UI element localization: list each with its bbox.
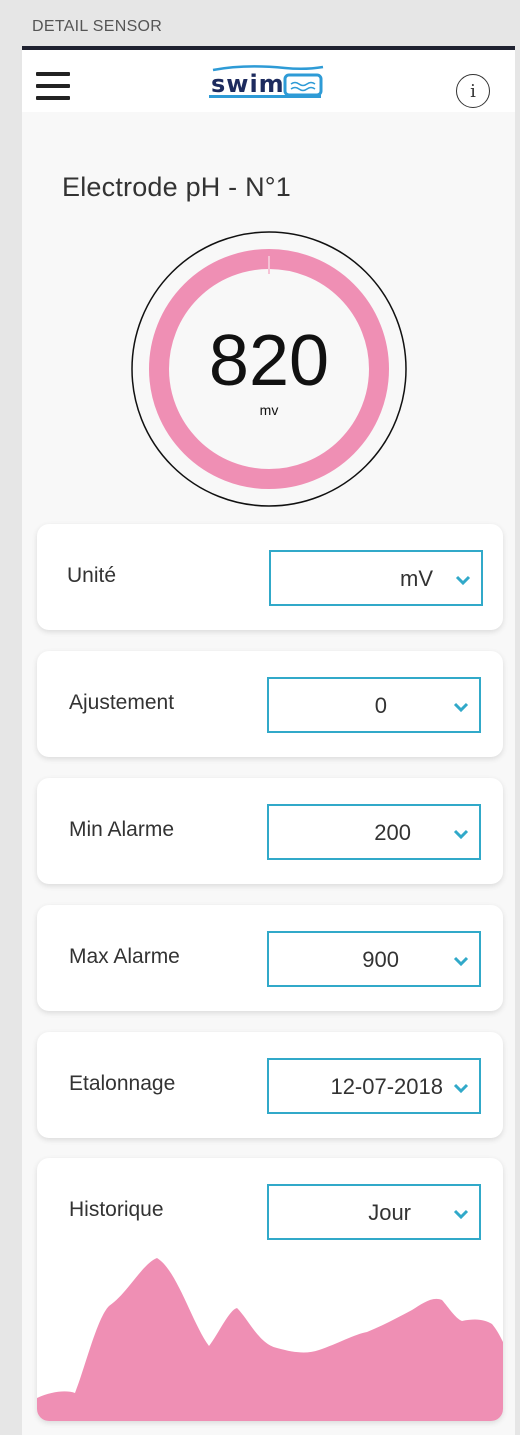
- sensor-value: 820: [208, 321, 330, 401]
- setting-card-ajustement: Ajustement 0: [37, 651, 503, 757]
- setting-card-min-alarme: Min Alarme 200: [37, 778, 503, 884]
- select-value: 900: [362, 947, 399, 972]
- select-value: Jour: [368, 1200, 411, 1225]
- unite-select[interactable]: mV: [269, 550, 483, 606]
- setting-label: Etalonnage: [69, 1072, 176, 1095]
- chevron-down-icon: [453, 1083, 469, 1094]
- setting-label: Max Alarme: [69, 945, 180, 968]
- chevron-down-icon: [453, 1209, 469, 1220]
- historique-select[interactable]: Jour: [267, 1184, 481, 1240]
- ajustement-select[interactable]: 0: [267, 677, 481, 733]
- sensor-unit: mv: [259, 402, 279, 418]
- max-alarme-select[interactable]: 900: [267, 931, 481, 987]
- etalonnage-select[interactable]: 12-07-2018: [267, 1058, 481, 1114]
- min-alarme-select[interactable]: 200: [267, 804, 481, 860]
- chevron-down-icon: [453, 702, 469, 713]
- phone-screen: swim i Electrode pH - N°1 820 mv Unité m…: [22, 46, 515, 1435]
- swimo-logo: swim: [209, 65, 324, 98]
- chevron-down-icon: [453, 829, 469, 840]
- select-value: 12-07-2018: [330, 1074, 443, 1099]
- setting-label: Min Alarme: [69, 818, 175, 841]
- app-bar: swim i: [22, 50, 515, 112]
- svg-text:swim: swim: [211, 70, 285, 98]
- setting-card-max-alarme: Max Alarme 900: [37, 905, 503, 1011]
- setting-label: Ajustement: [69, 691, 175, 714]
- setting-label: Historique: [69, 1198, 164, 1221]
- chevron-down-icon: [453, 956, 469, 967]
- setting-label: Unité: [67, 564, 117, 587]
- chevron-down-icon: [455, 575, 471, 586]
- screen-title: DETAIL SENSOR: [32, 18, 163, 35]
- sensor-title: Electrode pH - N°1: [62, 172, 291, 202]
- select-value: 200: [374, 820, 411, 845]
- select-value: mV: [400, 566, 433, 591]
- select-value: 0: [374, 693, 387, 718]
- sensor-gauge: 820 mv: [130, 230, 408, 508]
- hamburger-icon[interactable]: [36, 72, 70, 100]
- historique-card: Historique Jour: [37, 1158, 503, 1421]
- setting-card-unite: Unité mV: [37, 524, 503, 630]
- info-icon[interactable]: i: [456, 74, 490, 108]
- setting-card-etalonnage: Etalonnage 12-07-2018: [37, 1032, 503, 1138]
